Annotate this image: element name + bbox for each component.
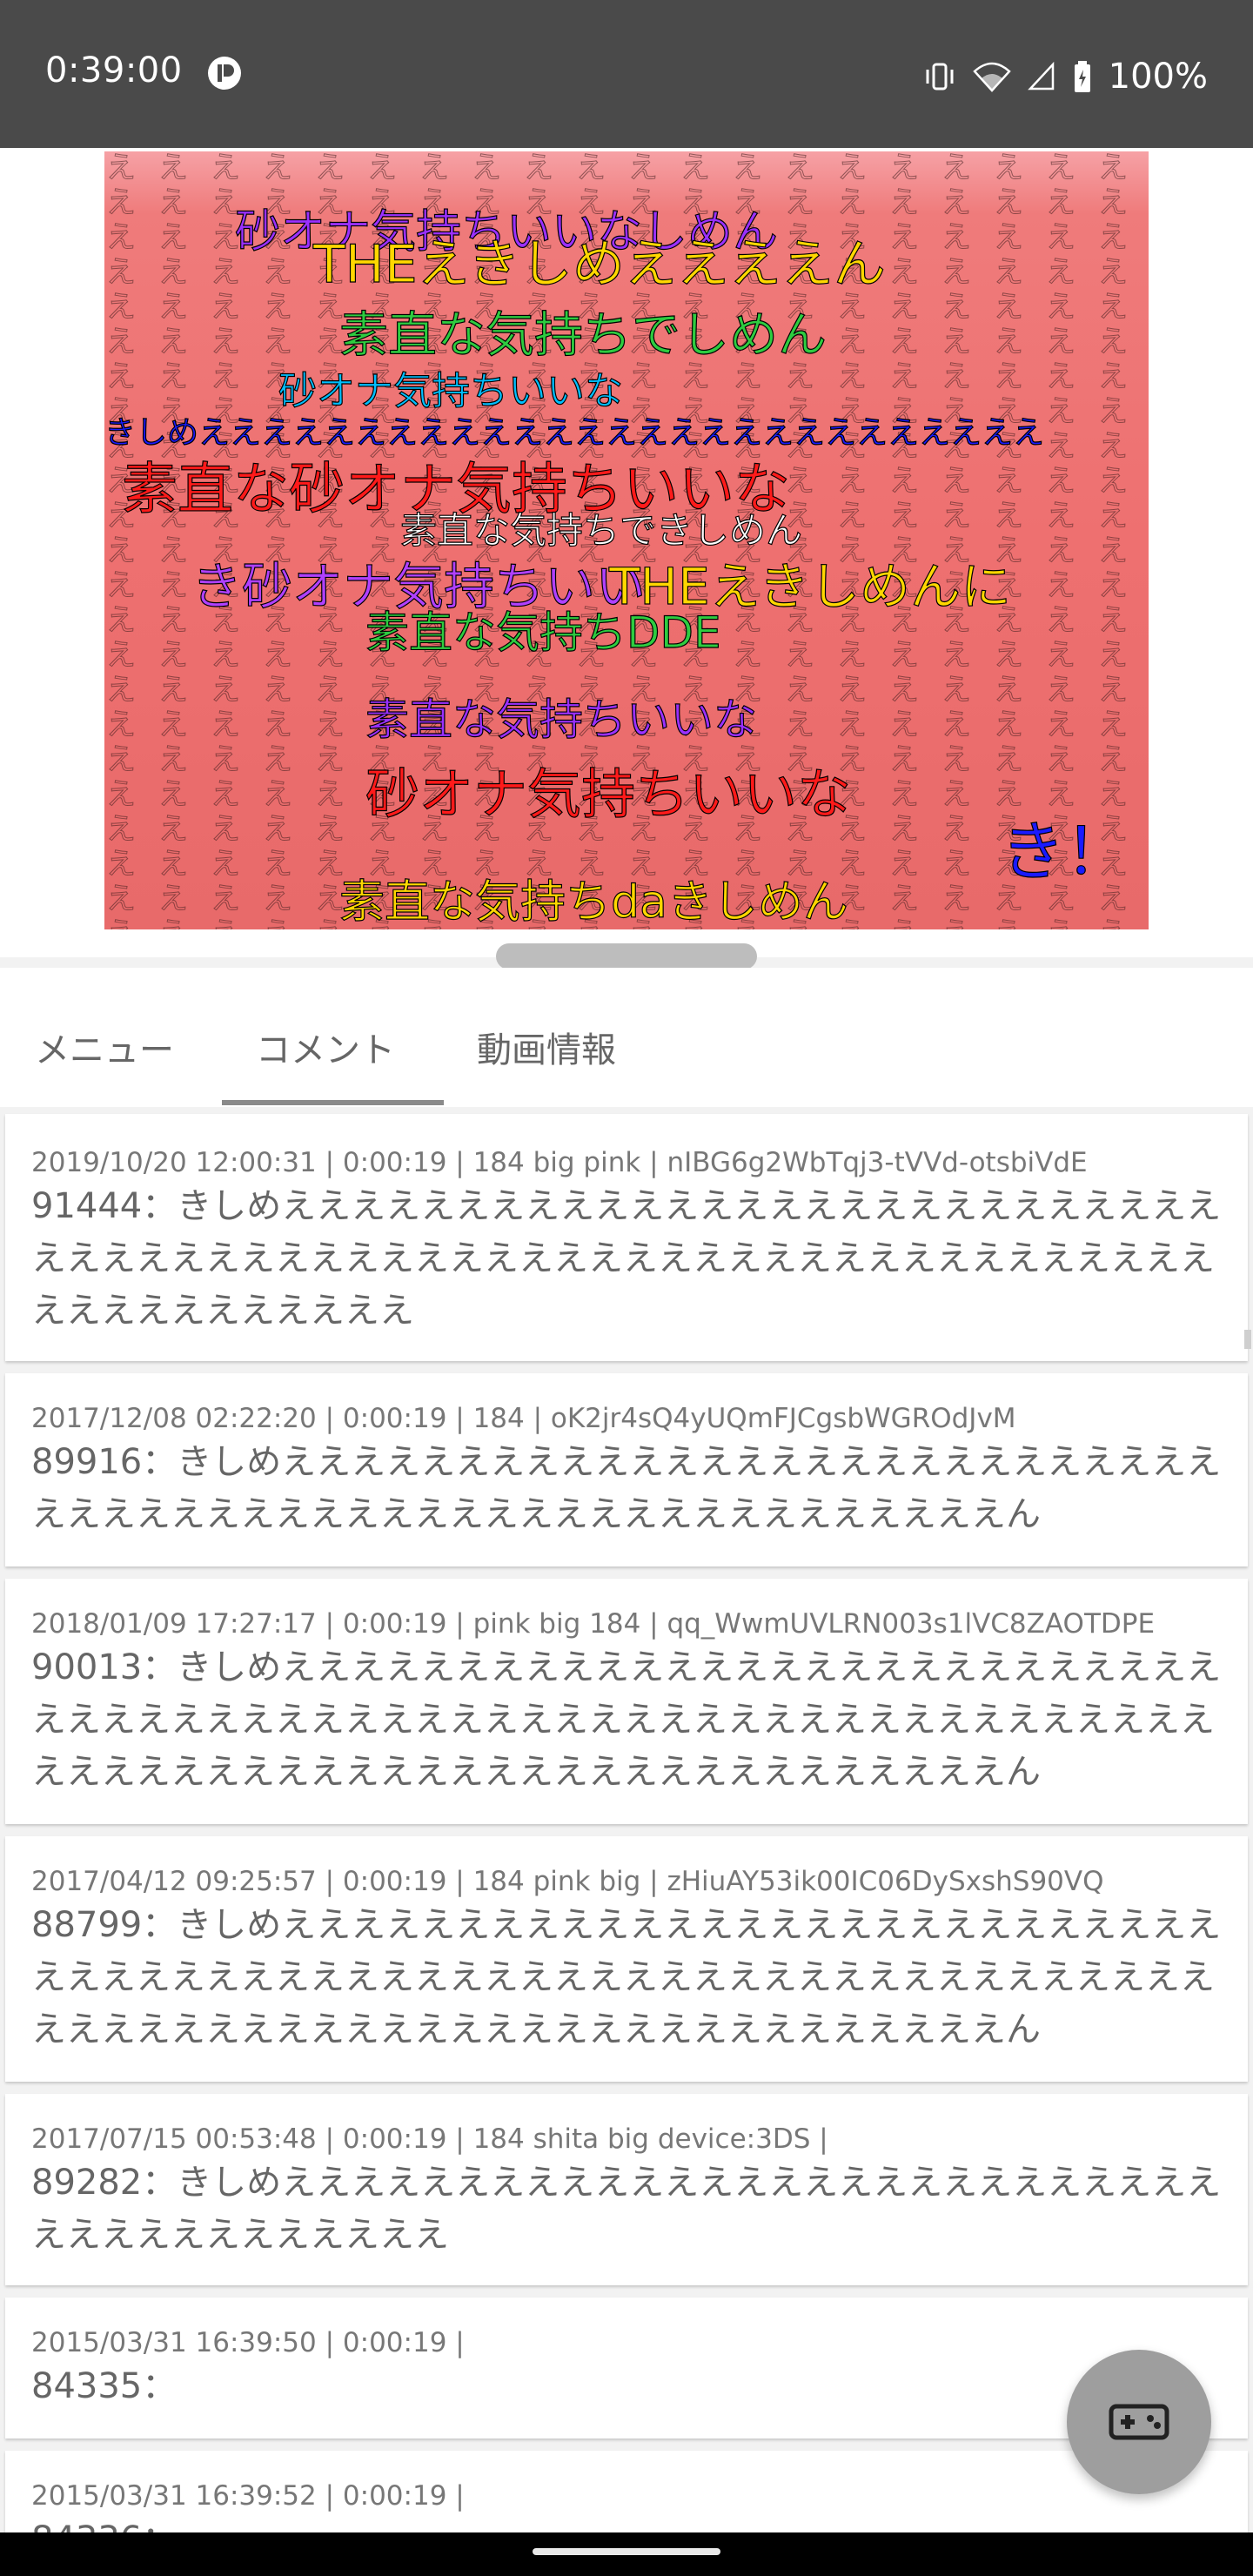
overlay-text: 素直な気持ちいいな	[365, 694, 757, 745]
comment-item[interactable]: 2019/10/20 12:00:31 | 0:00:19 | 184 big …	[5, 1114, 1248, 1361]
overlay-text: 素直な気持ちできしめん	[400, 509, 802, 552]
status-bar: 0:39:00 100%	[0, 0, 1253, 148]
drag-handle[interactable]	[496, 943, 757, 969]
comment-item[interactable]: 2017/07/15 00:53:48 | 0:00:19 | 184 shit…	[5, 2094, 1248, 2285]
app-notification-icon	[208, 57, 241, 90]
comment-meta: 2017/07/15 00:53:48 | 0:00:19 | 184 shit…	[31, 2123, 828, 2155]
comment-overlay: え 砂オナ気持ちいいなしめん THEえきしめええええん 素直な気持ちでしめん 砂…	[104, 151, 1149, 929]
comment-body: 89916：きしめえええええええええええええええええええええええええええええええ…	[31, 1442, 1222, 1534]
wifi-icon	[972, 62, 1011, 92]
comment-body: 89282：きしめえええええええええええええええええええええええええええええええ…	[31, 2163, 1222, 2255]
comment-body: 84335：	[31, 2366, 178, 2406]
scrollbar-thumb[interactable]	[1244, 1330, 1251, 1349]
comment-item[interactable]: 2017/04/12 09:25:57 | 0:00:19 | 184 pink…	[5, 1836, 1248, 2082]
tab-active-indicator	[222, 1100, 444, 1105]
overlay-text: きしめえええええええええええええええええええええええええええ	[104, 415, 1044, 451]
comment-meta: 2015/03/31 16:39:50 | 0:00:19 |	[31, 2327, 465, 2358]
navigation-bar	[0, 2532, 1253, 2576]
comment-body: 91444：きしめえええええええええええええええええええええええええええええええ…	[31, 1186, 1222, 1331]
comment-item[interactable]: 2018/01/09 17:27:17 | 0:00:19 | pink big…	[5, 1579, 1248, 1824]
comment-meta: 2017/12/08 02:22:20 | 0:00:19 | 184 | oK…	[31, 1403, 1016, 1434]
overlay-text: 素直な気持ちdaきしめん	[339, 876, 848, 929]
overlay-text: 素直な気持ちDDE	[365, 607, 721, 658]
comment-item[interactable]: 2015/03/31 16:39:50 | 0:00:19 | 84335：	[5, 2298, 1248, 2438]
comment-meta: 2015/03/31 16:39:52 | 0:00:19 |	[31, 2480, 465, 2512]
comment-body: 88799：きしめえええええええええええええええええええええええええええええええ…	[31, 1905, 1222, 2049]
tab-comments[interactable]: コメント	[256, 1022, 395, 1072]
gamepad-button[interactable]	[1067, 2350, 1211, 2494]
comment-body: 90013：きしめえええええええええええええええええええええええええええええええ…	[31, 1647, 1222, 1792]
tab-bar: メニュー コメント 動画情報	[0, 968, 1253, 1107]
battery-percent: 100%	[1108, 57, 1208, 97]
signal-icon	[1027, 61, 1054, 91]
overlay-text: THEえきしめええええん	[312, 234, 886, 295]
overlay-text: 素直な気持ちでしめん	[339, 307, 827, 364]
comment-meta: 2019/10/20 12:00:31 | 0:00:19 | 184 big …	[31, 1147, 1088, 1178]
overlay-text: 砂オナ気持ちいいな	[365, 762, 851, 826]
overlay-text: き！	[1001, 815, 1129, 889]
overlay-text: 砂オナ気持ちいいな	[278, 369, 623, 413]
gamepad-icon	[1109, 2404, 1169, 2440]
comment-meta: 2017/04/12 09:25:57 | 0:00:19 | 184 pink…	[31, 1866, 1104, 1897]
home-gesture-handle[interactable]	[533, 2548, 720, 2555]
tab-menu[interactable]: メニュー	[35, 1022, 174, 1072]
vibrate-icon	[926, 63, 954, 91]
video-player[interactable]: え 砂オナ気持ちいいなしめん THEえきしめええええん 素直な気持ちでしめん 砂…	[0, 148, 1253, 969]
comment-meta: 2018/01/09 17:27:17 | 0:00:19 | pink big…	[31, 1608, 1156, 1640]
battery-icon	[1074, 61, 1090, 92]
status-icons: 100%	[922, 50, 1208, 103]
comment-item[interactable]: 2017/12/08 02:22:20 | 0:00:19 | 184 | oK…	[5, 1373, 1248, 1566]
video-frame[interactable]: え 砂オナ気持ちいいなしめん THEえきしめええええん 素直な気持ちでしめん 砂…	[104, 151, 1149, 929]
status-time: 0:39:00	[45, 50, 183, 91]
tab-video-info[interactable]: 動画情報	[477, 1022, 616, 1072]
